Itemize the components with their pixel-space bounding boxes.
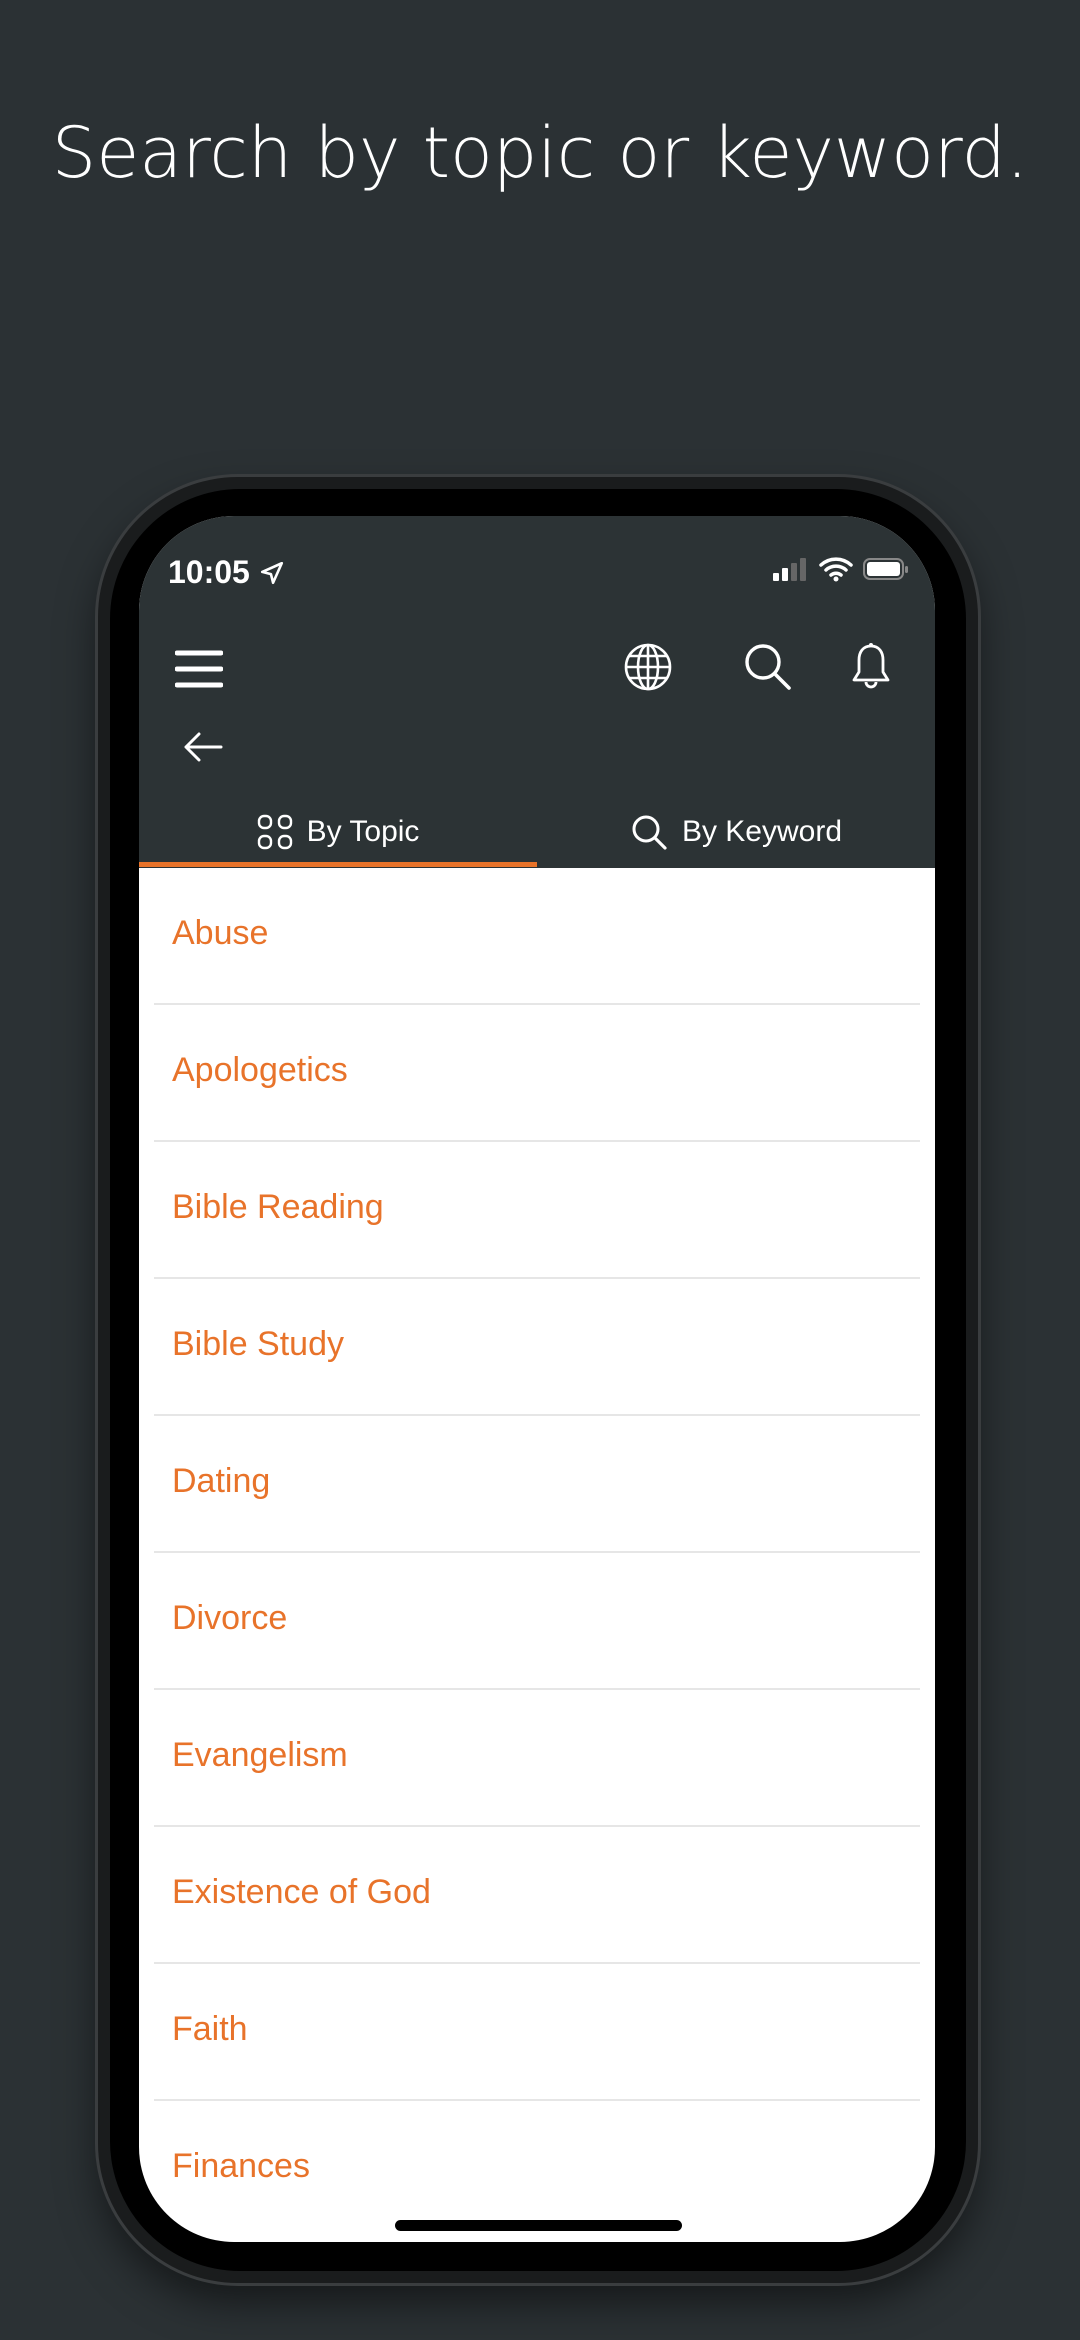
topic-label: Apologetics [172,1051,348,1089]
search-icon[interactable] [743,642,793,692]
signal-icon [773,558,806,581]
wifi-icon [819,557,853,582]
battery-icon [863,558,908,580]
topic-label: Bible Study [172,1325,344,1363]
status-icons [773,556,909,582]
topic-label: Dating [172,1462,271,1500]
topic-label: Evangelism [172,1736,348,1774]
menu-icon[interactable] [175,649,223,689]
grid-icon [257,814,292,850]
list-item[interactable]: Bible Study [154,1279,920,1416]
list-item[interactable]: Bible Reading [154,1142,920,1279]
globe-icon[interactable] [623,642,673,692]
list-item[interactable]: Finances [154,2101,920,2178]
tab-by-topic[interactable]: By Topic [139,802,537,862]
headline: Search by topic or keyword. [51,112,1029,194]
list-item[interactable]: Abuse [154,868,920,1005]
home-indicator[interactable] [395,2220,682,2231]
topic-label: Bible Reading [172,1188,384,1226]
topic-list[interactable]: Abuse Apologetics Bible Reading Bible St… [139,868,935,2178]
active-tab-indicator [139,862,537,867]
list-item[interactable]: Dating [154,1416,920,1553]
status-time: 10:05 [168,554,285,591]
topic-label: Faith [172,2010,248,2048]
list-item[interactable]: Existence of God [154,1827,920,1964]
tab-label: By Topic [306,815,420,848]
tab-by-keyword[interactable]: By Keyword [537,802,935,862]
back-arrow-icon[interactable] [183,732,223,762]
topic-label: Divorce [172,1599,288,1637]
list-item[interactable]: Apologetics [154,1005,920,1142]
time-text: 10:05 [168,554,250,590]
tab-label: By Keyword [681,815,843,848]
location-arrow-icon [260,561,283,585]
app-screen: 10:05 By Topic By Keyword Abuse Apologet… [139,516,935,2242]
list-item[interactable]: Faith [154,1964,920,2101]
topic-label: Abuse [172,914,269,952]
topic-label: Existence of God [172,1873,431,1911]
bell-icon[interactable] [851,642,891,692]
search-icon [632,815,667,850]
app-header: 10:05 By Topic By Keyword [139,516,935,868]
list-item[interactable]: Evangelism [154,1690,920,1827]
topic-label: Finances [172,2147,310,2178]
list-item[interactable]: Divorce [154,1553,920,1690]
